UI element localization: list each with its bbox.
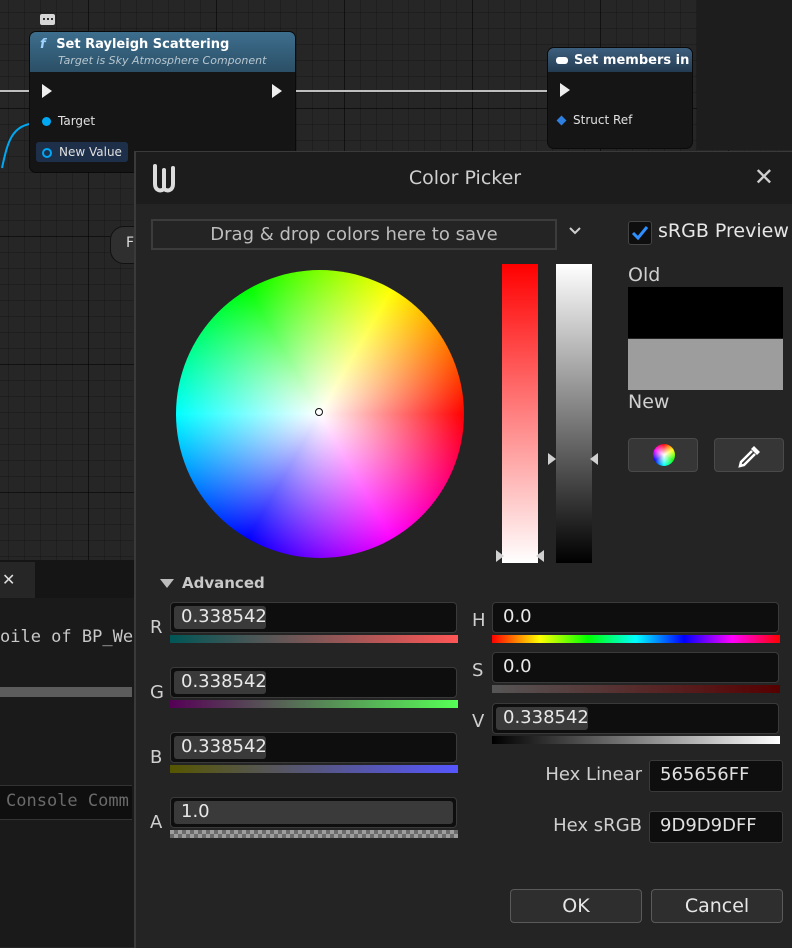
s-gradient bbox=[492, 685, 780, 693]
eyedropper-icon bbox=[738, 446, 760, 468]
r-value: 0.338542 bbox=[181, 606, 267, 627]
srgb-preview-label: sRGB Preview bbox=[658, 220, 789, 242]
close-icon[interactable]: ✕ bbox=[754, 163, 774, 191]
g-input[interactable]: 0.338542 bbox=[170, 667, 457, 698]
h-input[interactable]: 0.0 bbox=[492, 602, 779, 633]
hex-srgb-input[interactable]: 9D9D9DFF bbox=[649, 811, 783, 843]
target-pin[interactable]: Target bbox=[42, 114, 95, 128]
exec-wire-middle bbox=[290, 90, 548, 92]
hex-linear-input[interactable]: 565656FF bbox=[649, 760, 783, 792]
hex-srgb-value: 9D9D9DFF bbox=[660, 815, 757, 836]
b-input[interactable]: 0.338542 bbox=[170, 732, 457, 763]
exec-out-pin[interactable] bbox=[272, 84, 282, 98]
partial-node-label: F bbox=[126, 235, 135, 251]
struct-ref-pin[interactable]: Struct Ref bbox=[556, 113, 632, 127]
old-color-label: Old bbox=[628, 264, 661, 286]
hex-linear-label: Hex Linear bbox=[545, 764, 642, 785]
log-tab[interactable]: ✕ bbox=[0, 562, 35, 598]
color-wheel-cursor[interactable] bbox=[315, 408, 323, 416]
b-label: B bbox=[150, 747, 163, 768]
dialog-title: Color Picker bbox=[408, 167, 522, 189]
v-input[interactable]: 0.338542 bbox=[492, 703, 779, 734]
ok-button[interactable]: OK bbox=[510, 889, 642, 923]
a-gradient bbox=[170, 830, 458, 838]
output-log-panel: ✕ oile of BP_We Console Comm bbox=[0, 560, 135, 947]
saturation-handle-left[interactable] bbox=[496, 550, 504, 562]
color-drop-zone[interactable]: Drag & drop colors here to save bbox=[151, 219, 557, 250]
node-title: Set members in Po bbox=[574, 53, 692, 68]
pin-dot-icon bbox=[42, 147, 52, 158]
value-handle-right[interactable] bbox=[590, 453, 598, 465]
saturation-handle-right[interactable] bbox=[536, 550, 544, 562]
exec-in-pin[interactable] bbox=[560, 83, 570, 97]
node-header: f Set Rayleigh Scattering Target is Sky … bbox=[30, 32, 295, 72]
r-input[interactable]: 0.338542 bbox=[170, 602, 457, 633]
console-placeholder: Console Comm bbox=[6, 791, 129, 811]
s-value: 0.0 bbox=[503, 656, 532, 677]
v-gradient bbox=[492, 736, 780, 744]
title-bar[interactable]: Color Picker ✕ bbox=[136, 152, 792, 204]
eyedropper-button[interactable] bbox=[714, 438, 784, 472]
node-title: Set Rayleigh Scattering bbox=[56, 37, 230, 52]
node-subtitle: Target is Sky Atmosphere Component bbox=[58, 54, 267, 67]
chevron-down-icon[interactable] bbox=[568, 224, 582, 238]
console-input[interactable]: Console Comm bbox=[0, 785, 132, 820]
pin-dot-icon bbox=[42, 117, 51, 126]
color-picker-dialog: Color Picker ✕ Drag & drop colors here t… bbox=[134, 151, 792, 948]
h-value: 0.0 bbox=[503, 606, 532, 627]
new-color-label: New bbox=[628, 391, 670, 413]
diamond-pin-icon bbox=[556, 115, 567, 126]
tab-strip: ✕ bbox=[0, 560, 135, 598]
advanced-toggle[interactable]: Advanced bbox=[160, 574, 265, 592]
h-gradient bbox=[492, 635, 780, 643]
r-gradient bbox=[170, 635, 458, 643]
a-fill bbox=[174, 801, 453, 824]
g-value: 0.338542 bbox=[181, 671, 267, 692]
b-gradient bbox=[170, 765, 458, 773]
srgb-preview-checkbox[interactable] bbox=[628, 221, 652, 245]
color-wheel-icon bbox=[653, 444, 675, 466]
r-label: R bbox=[150, 617, 163, 638]
new-value-pin[interactable]: New Value bbox=[36, 142, 128, 162]
v-value: 0.338542 bbox=[503, 707, 589, 728]
h-label: H bbox=[472, 610, 486, 631]
a-value: 1.0 bbox=[181, 801, 210, 822]
a-input[interactable]: 1.0 bbox=[170, 797, 457, 828]
cancel-button[interactable]: Cancel bbox=[651, 889, 783, 923]
log-scrollbar[interactable] bbox=[0, 687, 132, 697]
v-label: V bbox=[472, 711, 485, 732]
hex-linear-value: 565656FF bbox=[660, 764, 750, 785]
value-handle-left[interactable] bbox=[548, 453, 556, 465]
saturation-slider[interactable] bbox=[502, 264, 538, 563]
graph-side-panel bbox=[697, 0, 792, 150]
s-input[interactable]: 0.0 bbox=[492, 652, 779, 683]
hex-srgb-label: Hex sRGB bbox=[553, 815, 642, 836]
checkmark-icon bbox=[631, 226, 649, 241]
g-gradient bbox=[170, 700, 458, 708]
exec-in-pin[interactable] bbox=[42, 84, 52, 98]
struct-icon bbox=[556, 57, 568, 64]
b-value: 0.338542 bbox=[181, 736, 267, 757]
node-header: Set members in Po bbox=[548, 48, 692, 72]
set-members-node[interactable]: Set members in Po Struct Ref bbox=[548, 48, 692, 148]
g-label: G bbox=[150, 682, 164, 703]
log-line: oile of BP_We bbox=[0, 627, 134, 647]
function-icon: f bbox=[40, 37, 46, 52]
old-color-swatch[interactable] bbox=[628, 287, 783, 338]
close-icon[interactable]: ✕ bbox=[2, 570, 15, 589]
color-wheel-mode-button[interactable] bbox=[628, 438, 698, 472]
value-slider[interactable] bbox=[556, 264, 592, 563]
comment-bubble-icon[interactable] bbox=[40, 14, 55, 25]
exec-wire-left bbox=[0, 90, 32, 92]
s-label: S bbox=[472, 660, 484, 681]
new-color-swatch bbox=[628, 339, 783, 390]
a-label: A bbox=[150, 812, 163, 833]
triangle-down-icon bbox=[160, 579, 174, 588]
